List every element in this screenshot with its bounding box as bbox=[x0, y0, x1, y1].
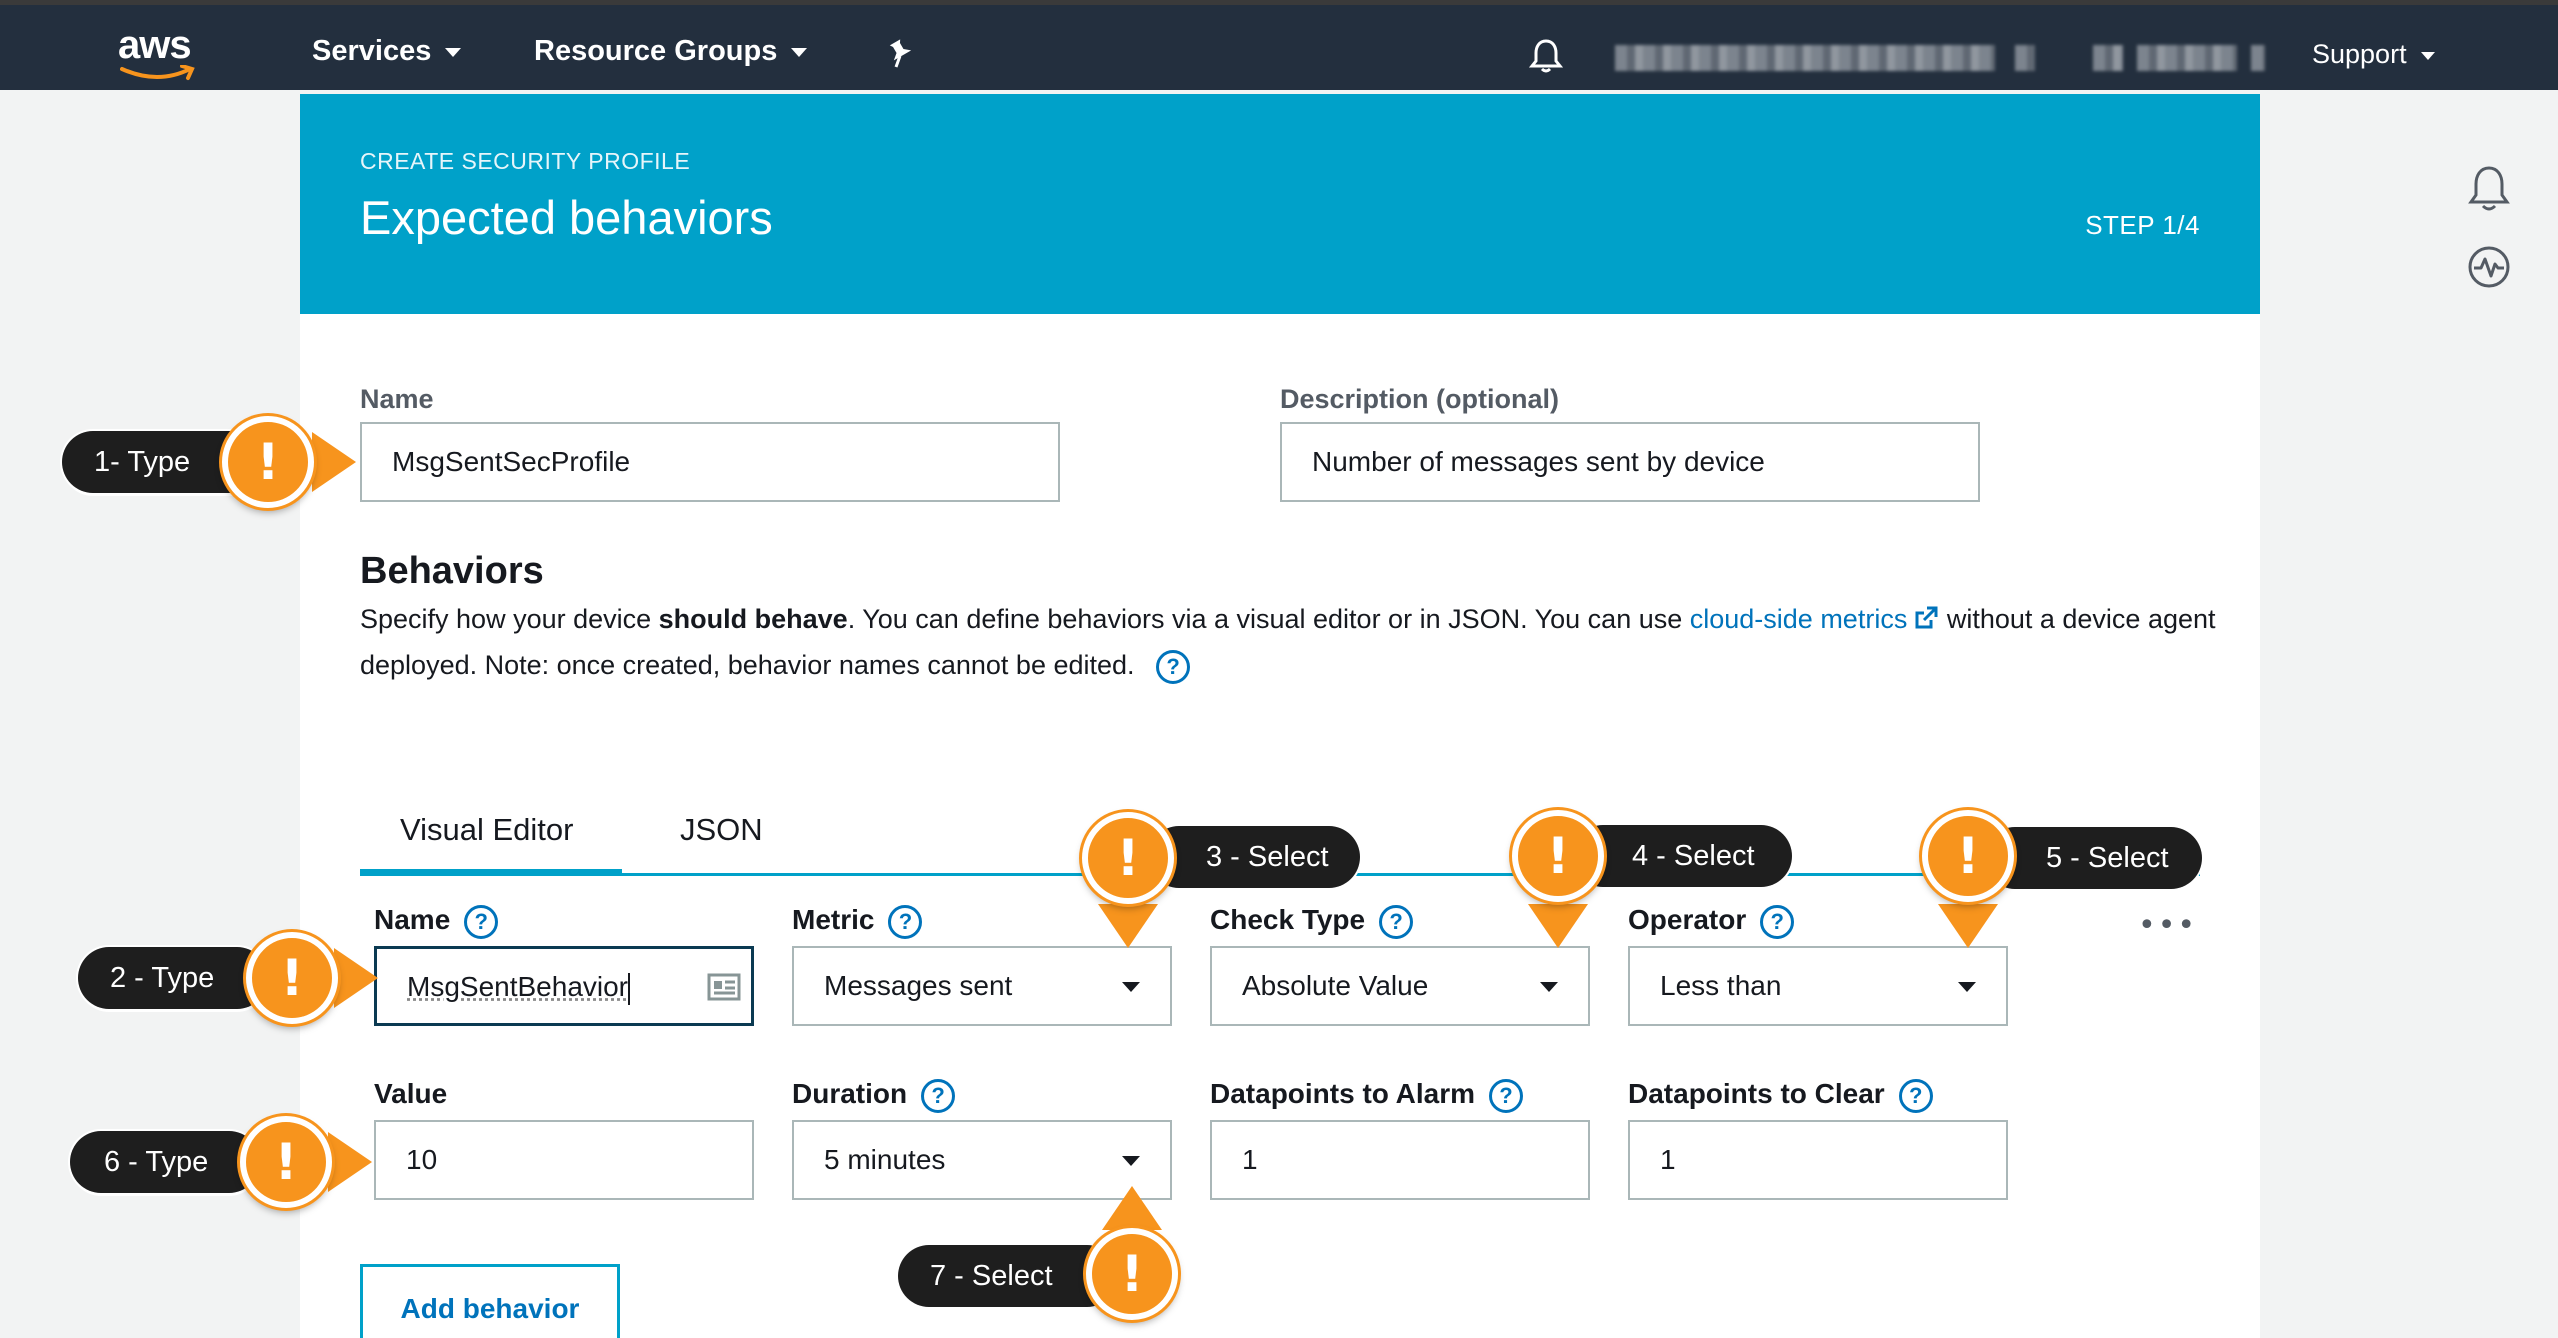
active-tab-indicator bbox=[360, 869, 622, 876]
services-label: Services bbox=[312, 35, 432, 67]
notifications-bell-icon[interactable] bbox=[1529, 38, 1563, 74]
external-link-icon bbox=[1915, 606, 1938, 629]
check-type-label: Check Type? bbox=[1210, 904, 1414, 939]
resource-groups-menu[interactable]: Resource Groups bbox=[534, 35, 808, 68]
account-info-redacted[interactable] bbox=[1615, 45, 2265, 71]
callout-5-label: 5 - Select bbox=[1984, 827, 2202, 889]
tab-visual-editor[interactable]: Visual Editor bbox=[400, 812, 573, 848]
caret-down-icon bbox=[1122, 982, 1140, 992]
callout-1-arrow bbox=[312, 432, 356, 492]
callout-7-label: 7 - Select bbox=[898, 1245, 1118, 1307]
callout-2-arrow bbox=[334, 948, 378, 1008]
step-indicator: STEP 1/4 bbox=[2085, 210, 2200, 240]
callout-5-arrow bbox=[1938, 904, 1998, 948]
callout-3-warning-icon bbox=[1082, 812, 1174, 904]
datapoints-to-alarm-label: Datapoints to Alarm? bbox=[1210, 1078, 1523, 1113]
behavior-name-input[interactable]: MsgSentBehavior bbox=[374, 946, 754, 1026]
help-icon[interactable]: ? bbox=[1489, 1078, 1523, 1113]
tab-json[interactable]: JSON bbox=[680, 812, 763, 848]
callout-7-arrow bbox=[1102, 1186, 1162, 1230]
help-icon[interactable]: ? bbox=[1379, 904, 1414, 939]
caret-down-icon bbox=[1540, 982, 1558, 992]
chevron-down-icon bbox=[2420, 51, 2435, 60]
help-icon[interactable]: ? bbox=[1898, 1078, 1933, 1113]
behaviors-description: Specify how your device should behave. Y… bbox=[360, 596, 2220, 688]
support-label: Support bbox=[2312, 39, 2407, 69]
duration-label: Duration? bbox=[792, 1078, 956, 1113]
help-icon[interactable]: ? bbox=[464, 904, 499, 939]
resource-groups-label: Resource Groups bbox=[534, 35, 778, 67]
contact-card-icon bbox=[707, 973, 741, 1001]
behavior-name-label: Name? bbox=[374, 904, 499, 939]
metric-label: Metric? bbox=[792, 904, 923, 939]
more-options-icon[interactable]: ••• bbox=[2138, 908, 2197, 943]
aws-logo-text: aws bbox=[118, 23, 192, 67]
callout-2-label: 2 - Type bbox=[78, 947, 268, 1009]
datapoints-to-clear-input[interactable]: 1 bbox=[1628, 1120, 2008, 1200]
callout-6-arrow bbox=[328, 1132, 372, 1192]
support-menu[interactable]: Support bbox=[2312, 39, 2435, 70]
profile-name-label: Name bbox=[360, 384, 434, 414]
callout-6-warning-icon bbox=[240, 1116, 332, 1208]
callout-4-arrow bbox=[1528, 904, 1588, 948]
cloud-side-metrics-link[interactable]: cloud-side metrics bbox=[1690, 604, 1940, 634]
help-icon[interactable]: ? bbox=[1760, 904, 1795, 939]
pin-icon[interactable] bbox=[886, 39, 914, 69]
caret-down-icon bbox=[1122, 1156, 1140, 1166]
datapoints-to-clear-label: Datapoints to Clear? bbox=[1628, 1078, 1933, 1113]
wizard-header: CREATE SECURITY PROFILE Expected behavio… bbox=[300, 94, 2260, 314]
help-icon[interactable]: ? bbox=[1156, 649, 1191, 684]
description-input[interactable]: Number of messages sent by device bbox=[1280, 422, 1980, 502]
description-label: Description (optional) bbox=[1280, 384, 1559, 414]
callout-5-warning-icon bbox=[1922, 810, 2014, 902]
check-type-select[interactable]: Absolute Value bbox=[1210, 946, 1590, 1026]
callout-7-warning-icon bbox=[1086, 1228, 1178, 1320]
callout-2-warning-icon bbox=[246, 932, 338, 1024]
behaviors-heading: Behaviors bbox=[360, 550, 544, 592]
help-icon[interactable]: ? bbox=[921, 1078, 956, 1113]
add-behavior-button[interactable]: Add behavior bbox=[360, 1264, 620, 1338]
callout-4-label: 4 - Select bbox=[1572, 825, 1792, 887]
metric-select[interactable]: Messages sent bbox=[792, 946, 1172, 1026]
rail-notifications-icon[interactable] bbox=[2466, 164, 2512, 214]
chevron-down-icon bbox=[791, 47, 808, 57]
operator-select[interactable]: Less than bbox=[1628, 946, 2008, 1026]
wizard-subtitle: CREATE SECURITY PROFILE bbox=[360, 148, 691, 174]
rail-health-icon[interactable] bbox=[2466, 244, 2512, 290]
top-navigation-bar: aws Services Resource Groups Support bbox=[0, 0, 2558, 90]
profile-name-input[interactable]: MsgSentSecProfile bbox=[360, 422, 1060, 502]
callout-4-warning-icon bbox=[1512, 810, 1604, 902]
callout-3-arrow bbox=[1098, 904, 1158, 948]
page-title: Expected behaviors bbox=[360, 191, 773, 244]
services-menu[interactable]: Services bbox=[312, 35, 462, 68]
value-input[interactable]: 10 bbox=[374, 1120, 754, 1200]
help-icon[interactable]: ? bbox=[888, 904, 923, 939]
callout-6-label: 6 - Type bbox=[70, 1131, 260, 1193]
chevron-down-icon bbox=[445, 47, 462, 57]
datapoints-to-alarm-input[interactable]: 1 bbox=[1210, 1120, 1590, 1200]
security-profile-card: CREATE SECURITY PROFILE Expected behavio… bbox=[300, 94, 2260, 1338]
callout-3-label: 3 - Select bbox=[1148, 826, 1360, 888]
operator-label: Operator? bbox=[1628, 904, 1795, 939]
aws-logo[interactable]: aws bbox=[118, 23, 208, 83]
value-label: Value bbox=[374, 1078, 448, 1109]
aws-smile-icon bbox=[120, 65, 195, 80]
callout-1-warning-icon bbox=[222, 416, 314, 508]
caret-down-icon bbox=[1958, 982, 1976, 992]
